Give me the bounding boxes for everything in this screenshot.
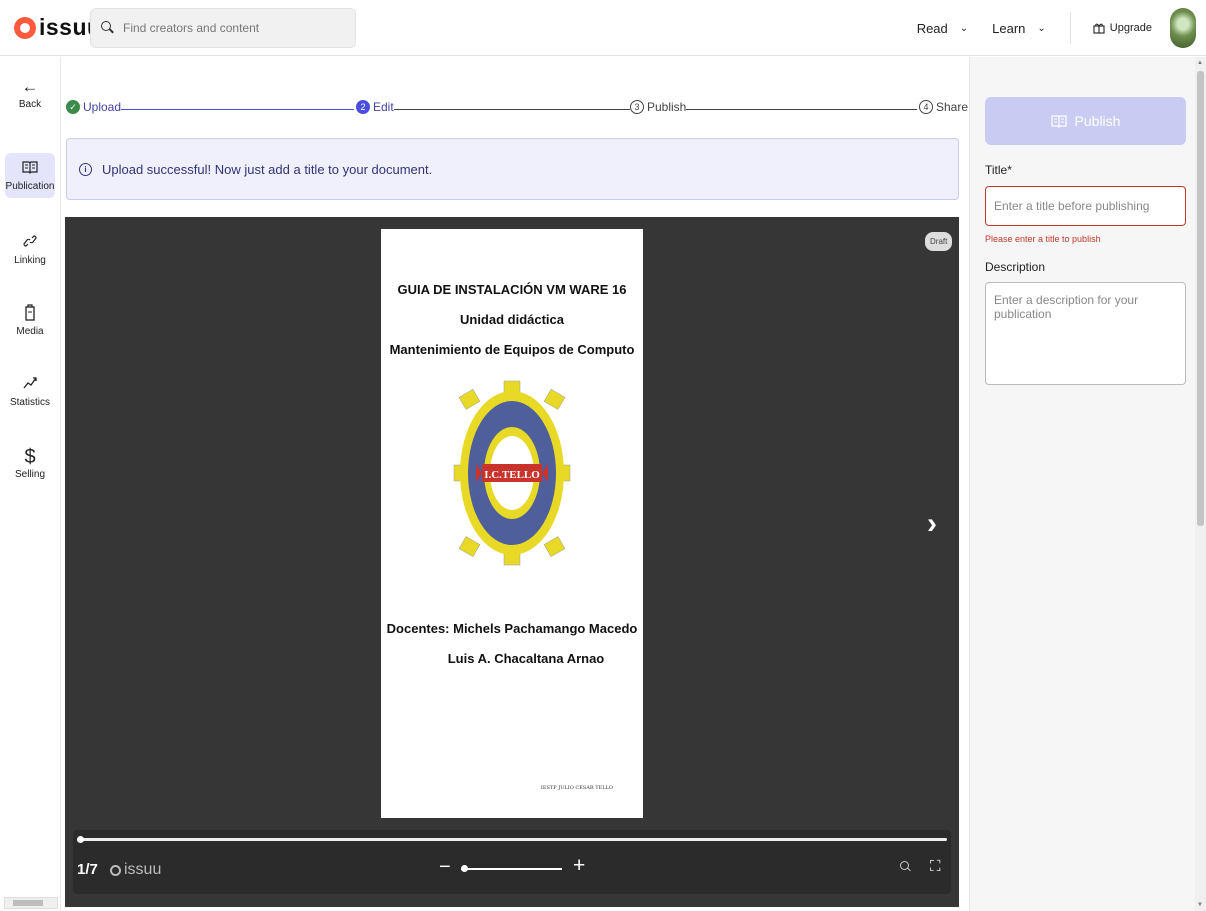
- sidebar-item-label: Statistics: [9, 397, 50, 408]
- avatar[interactable]: [1170, 8, 1196, 48]
- step-share[interactable]: 4 Share: [919, 100, 969, 114]
- step-number: 2: [356, 100, 370, 114]
- fullscreen-icon[interactable]: ⛶: [930, 858, 941, 875]
- title-error-message: Please enter a title to publish: [985, 234, 1101, 244]
- document-course: Mantenimiento de Equipos de Computo: [389, 342, 635, 357]
- sidebar-item-statistics[interactable]: Statistics: [5, 369, 55, 414]
- document-teacher-2: Luis A. Chacaltana Arnao: [447, 651, 605, 666]
- page-counter: 1/7: [77, 861, 98, 878]
- publish-button[interactable]: Publish: [985, 97, 1186, 145]
- search-icon: [101, 21, 115, 35]
- nav-learn-menu[interactable]: Learn ⌄: [992, 21, 1046, 36]
- viewer-logo-text: issuu: [124, 861, 162, 878]
- step-label: Publish: [647, 100, 687, 114]
- scroll-down-icon[interactable]: ▼: [1197, 902, 1203, 908]
- viewer-controls: 1/7 issuu − + ⛶: [73, 830, 951, 894]
- chart-trend-icon: [22, 375, 38, 397]
- link-icon: [23, 233, 37, 255]
- step-connector: [679, 109, 917, 110]
- next-page-chevron-icon[interactable]: ›: [927, 507, 937, 541]
- upgrade-button[interactable]: Upgrade: [1093, 22, 1152, 34]
- publish-stepper: ✓ Upload 2 Edit 3 Publish 4 Share: [66, 98, 969, 120]
- step-label: Edit: [373, 100, 394, 114]
- document-teachers: Docentes: Michels Pachamango Macedo: [386, 621, 638, 636]
- document-subtitle: Unidad didáctica: [459, 312, 565, 327]
- progress-knob[interactable]: [77, 836, 84, 843]
- sidebar-item-label: Back: [18, 99, 42, 110]
- sidebar-item-label: Publication: [5, 181, 55, 192]
- sidebar-item-publication[interactable]: Publication: [5, 153, 55, 198]
- description-label: Description: [985, 260, 1046, 274]
- nav-right: Read ⌄ Learn ⌄ Upgrade: [917, 0, 1196, 56]
- media-icon: [24, 304, 36, 326]
- search-icon[interactable]: [900, 861, 912, 873]
- left-sidebar: ← Back Publication Linking Media Statist…: [0, 57, 61, 911]
- description-field[interactable]: [985, 282, 1186, 385]
- sidebar-item-selling[interactable]: $ Selling: [5, 441, 55, 486]
- vertical-scrollbar[interactable]: ▲ ▼: [1195, 57, 1206, 911]
- chevron-down-icon: ⌄: [959, 22, 969, 34]
- arrow-left-icon: ←: [21, 77, 39, 96]
- step-connector: [390, 109, 630, 110]
- top-navigation: issuu Read ⌄ Learn ⌄ Upgrade: [0, 0, 1206, 56]
- step-label: Upload: [83, 100, 122, 114]
- nav-read-menu[interactable]: Read ⌄: [917, 21, 968, 36]
- zoom-out-button[interactable]: −: [439, 856, 451, 879]
- step-label: Share: [936, 100, 969, 114]
- nav-divider: [1069, 12, 1071, 44]
- scrollbar-thumb[interactable]: [1197, 71, 1204, 526]
- upgrade-label: Upgrade: [1109, 22, 1152, 34]
- document-title: GUIA DE INSTALACIÓN VM WARE 16: [397, 282, 627, 297]
- step-number: 3: [630, 100, 644, 114]
- institution-seal-icon: I.C.TELLO: [453, 380, 571, 566]
- seal-text: I.C.TELLO: [484, 469, 540, 481]
- book-open-icon: [22, 159, 38, 181]
- info-icon: i: [79, 162, 92, 176]
- gift-icon: [1093, 23, 1105, 34]
- horizontal-scrollbar[interactable]: [4, 897, 58, 909]
- nav-learn-label: Learn: [992, 20, 1026, 36]
- publish-button-label: Publish: [1074, 113, 1121, 129]
- title-field[interactable]: [985, 186, 1186, 226]
- zoom-slider[interactable]: [461, 865, 562, 872]
- banner-message: Upload successful! Now just add a title …: [102, 161, 433, 177]
- nav-read-label: Read: [916, 20, 948, 36]
- sidebar-item-label: Media: [16, 326, 44, 337]
- page-progress-bar[interactable]: [77, 836, 947, 843]
- dollar-icon: $: [24, 446, 36, 468]
- upload-success-banner: i Upload successful! Now just add a titl…: [66, 138, 959, 200]
- issuu-logo-icon: [14, 16, 36, 39]
- book-open-icon: [1050, 115, 1067, 128]
- document-viewer[interactable]: GUIA DE INSTALACIÓN VM WARE 16 Unidad di…: [65, 217, 959, 907]
- sidebar-item-linking[interactable]: Linking: [5, 227, 55, 272]
- scroll-up-icon[interactable]: ▲: [1197, 60, 1203, 66]
- document-footer: IESTP JULIO CESAR TELLO: [540, 785, 613, 791]
- step-number: 4: [919, 100, 933, 114]
- step-publish[interactable]: 3 Publish: [630, 100, 687, 114]
- document-page: GUIA DE INSTALACIÓN VM WARE 16 Unidad di…: [381, 229, 643, 818]
- search-input[interactable]: [123, 21, 343, 35]
- publish-panel: Publish Title* Please enter a title to p…: [969, 57, 1206, 911]
- sidebar-item-label: Linking: [14, 255, 46, 266]
- step-connector: [114, 109, 354, 110]
- issuu-logo-icon: [110, 864, 121, 876]
- sidebar-item-media[interactable]: Media: [5, 298, 55, 343]
- sidebar-item-back[interactable]: ← Back: [5, 71, 55, 116]
- step-upload[interactable]: ✓ Upload: [66, 100, 122, 114]
- issuu-logo[interactable]: issuu: [14, 14, 102, 41]
- draft-badge: Draft: [925, 232, 953, 251]
- viewer-logo: issuu: [110, 861, 161, 879]
- title-label: Title*: [985, 163, 1012, 177]
- zoom-knob[interactable]: [461, 865, 468, 872]
- search-box[interactable]: [90, 8, 356, 48]
- zoom-in-button[interactable]: +: [573, 854, 585, 878]
- step-edit[interactable]: 2 Edit: [356, 100, 394, 114]
- check-icon: ✓: [66, 100, 80, 114]
- sidebar-item-label: Selling: [14, 469, 46, 480]
- chevron-down-icon: ⌄: [1037, 22, 1046, 34]
